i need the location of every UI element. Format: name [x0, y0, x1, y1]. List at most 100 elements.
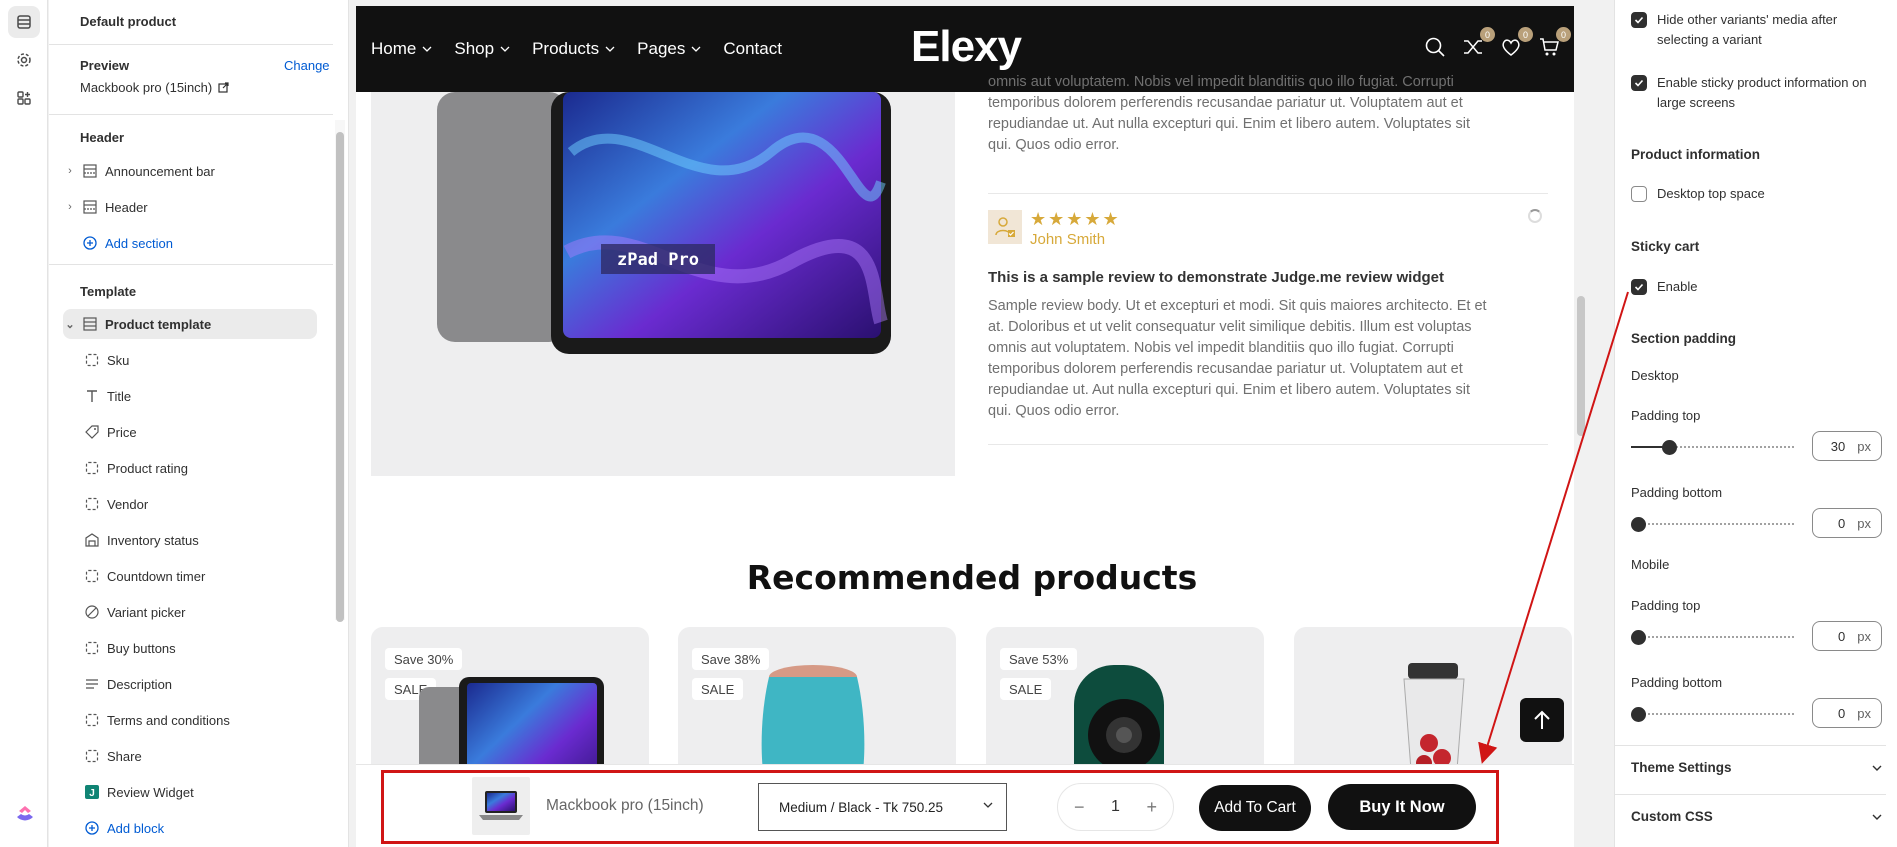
variant-selected-value: Medium / Black - Tk 750.25: [779, 799, 944, 815]
preview-product[interactable]: Mackbook pro (15inch): [80, 80, 229, 95]
block-price[interactable]: Price: [79, 417, 317, 447]
apps-icon[interactable]: [8, 82, 40, 114]
mobile-padding-top-slider[interactable]: [1631, 630, 1796, 645]
section-padding-title: Section padding: [1631, 331, 1737, 346]
panel-scrollbar[interactable]: [335, 120, 345, 622]
search-icon[interactable]: [1424, 36, 1446, 58]
wishlist-heart-icon[interactable]: 0: [1500, 27, 1533, 58]
block-inventory-status[interactable]: Inventory status: [79, 525, 317, 555]
store-logo[interactable]: Elexy: [911, 22, 1022, 72]
block-buy-buttons[interactable]: Buy buttons: [79, 633, 317, 663]
block-description[interactable]: Description: [79, 669, 317, 699]
mobile-padding-top-input[interactable]: 0 px: [1812, 621, 1882, 651]
theme-editor: Default product Preview Change Mackbook …: [0, 0, 1897, 847]
panel-scrollbar[interactable]: [1885, 0, 1897, 847]
block-vendor[interactable]: Vendor: [79, 489, 317, 519]
chevron-right-icon[interactable]: ›: [63, 201, 77, 213]
nav-link-products[interactable]: Products: [532, 39, 615, 59]
variant-select[interactable]: Medium / Black - Tk 750.25: [758, 783, 1007, 831]
add-section-button[interactable]: Add section: [63, 228, 317, 258]
review-line: at. Doloribus et ut velit consequatur ve…: [988, 319, 1472, 335]
mobile-padding-bottom-slider[interactable]: [1631, 707, 1796, 722]
number-value[interactable]: 30: [1831, 439, 1845, 454]
section-announcement-bar[interactable]: › Announcement bar: [63, 156, 317, 186]
divider: [49, 44, 333, 45]
slider-knob[interactable]: [1631, 517, 1646, 532]
number-value[interactable]: 0: [1838, 629, 1845, 644]
block-dashed-icon: [83, 640, 101, 656]
quantity-value[interactable]: 1: [1111, 798, 1120, 816]
chevron-right-icon[interactable]: ›: [63, 165, 77, 177]
block-share[interactable]: Share: [79, 741, 317, 771]
sticky-product-thumbnail: [472, 777, 530, 835]
desktop-top-space-checkbox[interactable]: Desktop top space: [1631, 184, 1871, 204]
desktop-padding-bottom-slider[interactable]: [1631, 517, 1796, 532]
sections-icon[interactable]: [8, 6, 40, 38]
block-review-widget[interactable]: J Review Widget: [79, 777, 317, 807]
nav-link-shop[interactable]: Shop: [454, 39, 510, 59]
section-label: Announcement bar: [105, 163, 215, 179]
quantity-stepper[interactable]: − 1 +: [1057, 783, 1174, 831]
scrollbar-thumb[interactable]: [1577, 296, 1585, 436]
block-variant-picker[interactable]: Variant picker: [79, 597, 317, 627]
block-sku[interactable]: Sku: [79, 345, 317, 375]
increase-quantity-button[interactable]: +: [1146, 797, 1157, 818]
desktop-padding-top-slider[interactable]: [1631, 440, 1796, 455]
section-header[interactable]: › Header: [63, 192, 317, 222]
compare-icon[interactable]: 0: [1462, 27, 1495, 58]
number-value[interactable]: 0: [1838, 706, 1845, 721]
sticky-cart-title: Sticky cart: [1631, 239, 1700, 254]
sections-panel: Default product Preview Change Mackbook …: [49, 0, 349, 847]
block-product-rating[interactable]: Product rating: [79, 453, 317, 483]
plus-circle-icon: [81, 235, 99, 251]
nav-link-home[interactable]: Home: [371, 39, 432, 59]
sticky-product-info-checkbox[interactable]: Enable sticky product information on lar…: [1631, 73, 1871, 113]
desktop-label: Desktop: [1631, 368, 1679, 383]
checkbox-label: Enable: [1657, 279, 1698, 294]
wishlist-count-badge: 0: [1518, 27, 1533, 42]
checkbox-box[interactable]: [1631, 186, 1647, 202]
preview-scrollbar[interactable]: [1574, 6, 1588, 847]
slider-knob[interactable]: [1662, 440, 1677, 455]
slider-knob[interactable]: [1631, 707, 1646, 722]
template-name: Default product: [80, 14, 177, 29]
change-preview-link[interactable]: Change: [284, 58, 330, 73]
block-label: Vendor: [107, 496, 149, 512]
review-line: repudiandae ut. Aut nulla excepturi qui.…: [988, 382, 1471, 398]
chevron-down-icon[interactable]: ⌄: [63, 318, 77, 331]
add-block-button[interactable]: Add block: [79, 813, 317, 843]
theme-settings-accordion[interactable]: Theme Settings: [1631, 760, 1883, 775]
add-to-cart-button[interactable]: Add To Cart: [1199, 785, 1311, 831]
number-value[interactable]: 0: [1838, 516, 1845, 531]
desktop-padding-bottom-input[interactable]: 0 px: [1812, 508, 1882, 538]
cart-icon[interactable]: 0: [1538, 27, 1571, 58]
slider-knob[interactable]: [1631, 630, 1646, 645]
section-product-template[interactable]: ⌄ Product template: [63, 309, 317, 339]
checkbox-label: Desktop top space: [1657, 186, 1765, 201]
block-title[interactable]: Title: [79, 381, 317, 411]
block-countdown-timer[interactable]: Countdown timer: [79, 561, 317, 591]
checkbox-box[interactable]: [1631, 279, 1647, 295]
mobile-padding-bottom-input[interactable]: 0 px: [1812, 698, 1882, 728]
sticky-cart-enable-checkbox[interactable]: Enable: [1631, 277, 1871, 297]
checkbox-box[interactable]: [1631, 12, 1647, 28]
settings-gear-icon[interactable]: [8, 44, 40, 76]
arrow-up-icon: [1534, 710, 1550, 729]
section-label: Header: [105, 199, 148, 215]
review-line: repudiandae ut. Aut nulla excepturi qui.…: [988, 116, 1471, 132]
scrollbar-thumb[interactable]: [336, 132, 344, 622]
chevron-down-icon: [691, 46, 701, 52]
desktop-padding-top-input[interactable]: 30 px: [1812, 431, 1882, 461]
buy-it-now-button[interactable]: Buy It Now: [1328, 784, 1476, 830]
nav-link-pages[interactable]: Pages: [637, 39, 701, 59]
decrease-quantity-button[interactable]: −: [1074, 797, 1085, 818]
clickup-logo-icon[interactable]: [14, 803, 36, 825]
custom-css-accordion[interactable]: Custom CSS: [1631, 809, 1883, 824]
nav-link-contact[interactable]: Contact: [723, 39, 782, 59]
sticky-product-name: Mackbook pro (15inch): [546, 797, 704, 814]
checkbox-box[interactable]: [1631, 75, 1647, 91]
hide-variants-media-checkbox[interactable]: Hide other variants' media after selecti…: [1631, 10, 1871, 50]
block-terms-and-conditions[interactable]: Terms and conditions: [79, 705, 317, 735]
back-to-top-button[interactable]: [1520, 698, 1564, 742]
product-media[interactable]: zPad Pro: [371, 92, 955, 476]
